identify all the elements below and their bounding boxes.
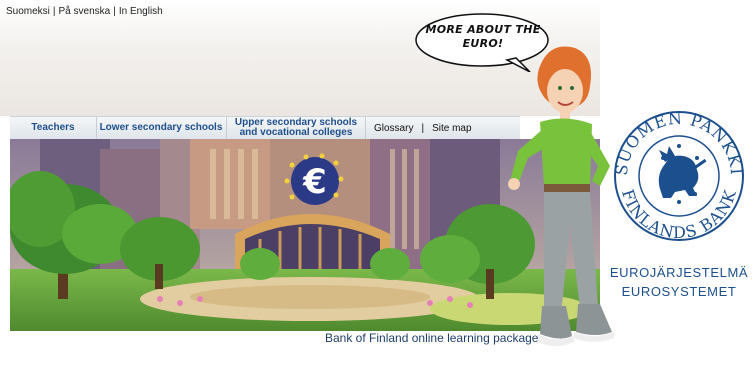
nav-separator: | <box>421 122 425 134</box>
seal-text-bottom: FINLANDS BANK <box>618 187 739 242</box>
bank-of-finland-seal: SUOMEN PANKKI FINLANDS BANK <box>612 109 745 242</box>
svg-text:FINLANDS BANK: FINLANDS BANK <box>618 187 740 242</box>
lang-swedish-link[interactable]: På svenska <box>59 6 111 17</box>
language-bar: Suomeksi | På svenska | In English <box>6 6 163 17</box>
lang-separator: | <box>52 6 56 17</box>
eurosystem-swedish-label: EUROSYSTEMET <box>621 284 737 299</box>
cartoon-girl-mascot <box>508 46 614 346</box>
nav-upper-secondary[interactable]: Upper secondary schools and vocational c… <box>226 117 366 139</box>
glossary-link[interactable]: Glossary <box>374 123 413 134</box>
nav-lower-secondary[interactable]: Lower secondary schools <box>96 117 225 139</box>
utility-links: Glossary | Site map <box>374 117 472 139</box>
lion-emblem-icon <box>658 144 707 204</box>
lang-english-link[interactable]: In English <box>119 6 163 17</box>
svg-text:€: € <box>302 162 327 202</box>
main-navigation: Teachers Lower secondary schools Upper s… <box>10 116 520 140</box>
lang-separator: | <box>113 6 116 17</box>
eurosystem-finnish-label: EUROJÄRJESTELMÄ <box>609 265 749 280</box>
site-map-link[interactable]: Site map <box>432 123 471 134</box>
lang-finnish-link[interactable]: Suomeksi <box>6 6 50 17</box>
nav-teachers[interactable]: Teachers <box>16 117 90 139</box>
